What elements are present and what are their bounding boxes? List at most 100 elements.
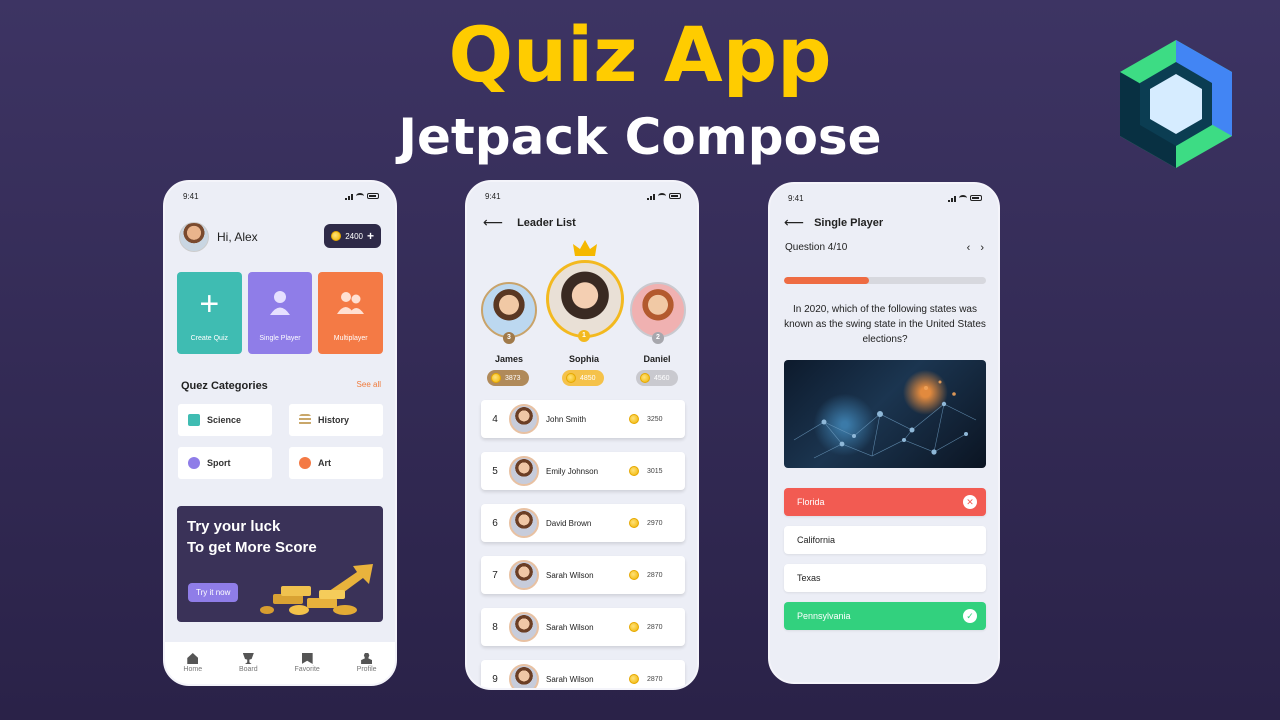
podium-avatar-daniel[interactable]	[630, 282, 686, 338]
row-name: Emily Johnson	[546, 466, 599, 476]
podium-avatar-sophia[interactable]	[546, 260, 624, 338]
chevron-right-icon[interactable]: ›	[980, 242, 984, 254]
category-label: History	[318, 415, 350, 425]
row-name: Sarah Wilson	[546, 570, 594, 580]
create-quiz-tile[interactable]: + Create Quiz	[177, 272, 242, 354]
leader-row[interactable]: 8 Sarah Wilson 2870	[481, 608, 685, 646]
avatar	[509, 508, 539, 538]
tile-label: Create Quiz	[190, 335, 229, 342]
nav-favorite[interactable]: Favorite	[295, 653, 320, 673]
coin-icon	[629, 466, 639, 476]
coin-count: 2400	[345, 231, 363, 241]
score-value: 2870	[647, 623, 663, 631]
row-score: 2870	[629, 674, 685, 684]
podium-score-sophia: 4850	[562, 370, 604, 386]
chevron-left-icon[interactable]: ‹	[967, 242, 971, 254]
row-name: John Smith	[546, 414, 587, 424]
try-it-now-button[interactable]: Try it now	[188, 583, 239, 602]
greeting: Hi, Alex	[179, 222, 258, 252]
mode-tiles: + Create Quiz Single Player Multiplayer	[177, 272, 384, 354]
rank-badge: 2	[652, 332, 664, 344]
row-rank: 4	[492, 413, 498, 425]
answer-option[interactable]: Florida ✕	[784, 488, 986, 516]
banner-subtitle: Jetpack Compose	[398, 108, 882, 166]
podium-name: James	[494, 354, 524, 364]
answer-option[interactable]: California	[784, 526, 986, 554]
row-name: David Brown	[546, 518, 592, 528]
coin-icon	[629, 674, 639, 684]
nav-label: Board	[238, 666, 258, 673]
coin-icon	[331, 231, 342, 241]
category-history[interactable]: History	[289, 404, 383, 436]
score-value: 2970	[647, 519, 663, 527]
answer-option[interactable]: Pennsylvania ✓	[784, 602, 986, 630]
row-name: Sarah Wilson	[546, 622, 594, 632]
bookmark-icon	[301, 653, 313, 664]
nav-home[interactable]: Home	[183, 653, 202, 673]
row-rank: 8	[492, 621, 498, 633]
category-label: Science	[207, 415, 242, 425]
podium-avatar-james[interactable]	[481, 282, 537, 338]
category-art[interactable]: Art	[289, 447, 383, 479]
category-label: Art	[318, 458, 331, 468]
leader-row[interactable]: 7 Sarah Wilson 2870	[481, 556, 685, 594]
row-rank: 9	[492, 673, 498, 685]
nav-label: Home	[183, 666, 203, 673]
single-player-tile[interactable]: Single Player	[247, 272, 313, 354]
tile-label: Multiplayer	[333, 335, 368, 342]
leader-row[interactable]: 9 Sarah Wilson 2870	[481, 660, 685, 688]
avatar[interactable]	[179, 222, 209, 252]
signal-icon	[948, 195, 956, 202]
score-value: 2870	[647, 571, 663, 579]
question-header: Question 4/10 ‹ ›	[785, 242, 984, 254]
avatar	[509, 404, 539, 434]
promo-line-2: To get More Score	[187, 539, 317, 556]
progress-fill	[784, 277, 869, 284]
plus-icon: +	[199, 285, 220, 323]
home-screen: 9:41 Hi, Alex 2400 + + Create Quiz Singl…	[163, 180, 397, 686]
back-arrow-icon[interactable]: ⟵	[483, 214, 503, 231]
person-icon	[269, 290, 291, 321]
nav-profile[interactable]: Profile	[357, 653, 377, 673]
coin-icon	[629, 570, 639, 580]
leader-row[interactable]: 5 Emily Johnson 3015	[481, 452, 685, 490]
score-value: 4560	[654, 374, 670, 382]
nav-board[interactable]: Board	[239, 653, 258, 673]
category-science[interactable]: Science	[178, 404, 272, 436]
battery-icon	[367, 193, 379, 199]
group-icon	[336, 290, 365, 321]
status-bar: 9:41	[788, 192, 982, 204]
plus-icon: +	[366, 229, 374, 243]
signal-icon	[345, 193, 353, 200]
podium-score-james: 3873	[487, 370, 529, 386]
back-arrow-icon[interactable]: ⟵	[784, 214, 804, 231]
row-score: 3250	[629, 414, 685, 424]
categories-header: Quez Categories See all	[181, 380, 381, 392]
home-icon	[187, 653, 199, 664]
podium-name: Daniel	[643, 354, 671, 364]
status-time: 9:41	[183, 191, 199, 201]
option-label: Pennsylvania	[797, 611, 851, 621]
multiplayer-tile[interactable]: Multiplayer	[318, 272, 384, 354]
avatar	[509, 612, 539, 642]
gold-coins-illustration	[260, 564, 373, 615]
see-all-link[interactable]: See all	[357, 380, 381, 392]
status-time: 9:41	[485, 191, 501, 201]
avatar	[509, 456, 539, 486]
list-icon	[299, 414, 311, 426]
category-sport[interactable]: Sport	[178, 447, 272, 479]
leaderboard-header: ⟵ Leader List	[483, 214, 576, 231]
answer-option[interactable]: Texas	[784, 564, 986, 592]
podium-score-daniel: 4560	[636, 370, 678, 386]
podium-name: Sophia	[568, 354, 599, 364]
row-score: 3015	[629, 466, 685, 476]
status-bar: 9:41	[183, 190, 379, 202]
avatar	[509, 664, 539, 688]
bottom-nav: Home Board Favorite Profile	[165, 642, 395, 684]
signal-icon	[647, 193, 655, 200]
coin-balance[interactable]: 2400 +	[324, 224, 381, 248]
leader-row[interactable]: 4 John Smith 3250	[481, 400, 685, 438]
option-label: California	[797, 535, 836, 545]
trophy-icon	[188, 414, 200, 426]
leader-row[interactable]: 6 David Brown 2970	[481, 504, 685, 542]
